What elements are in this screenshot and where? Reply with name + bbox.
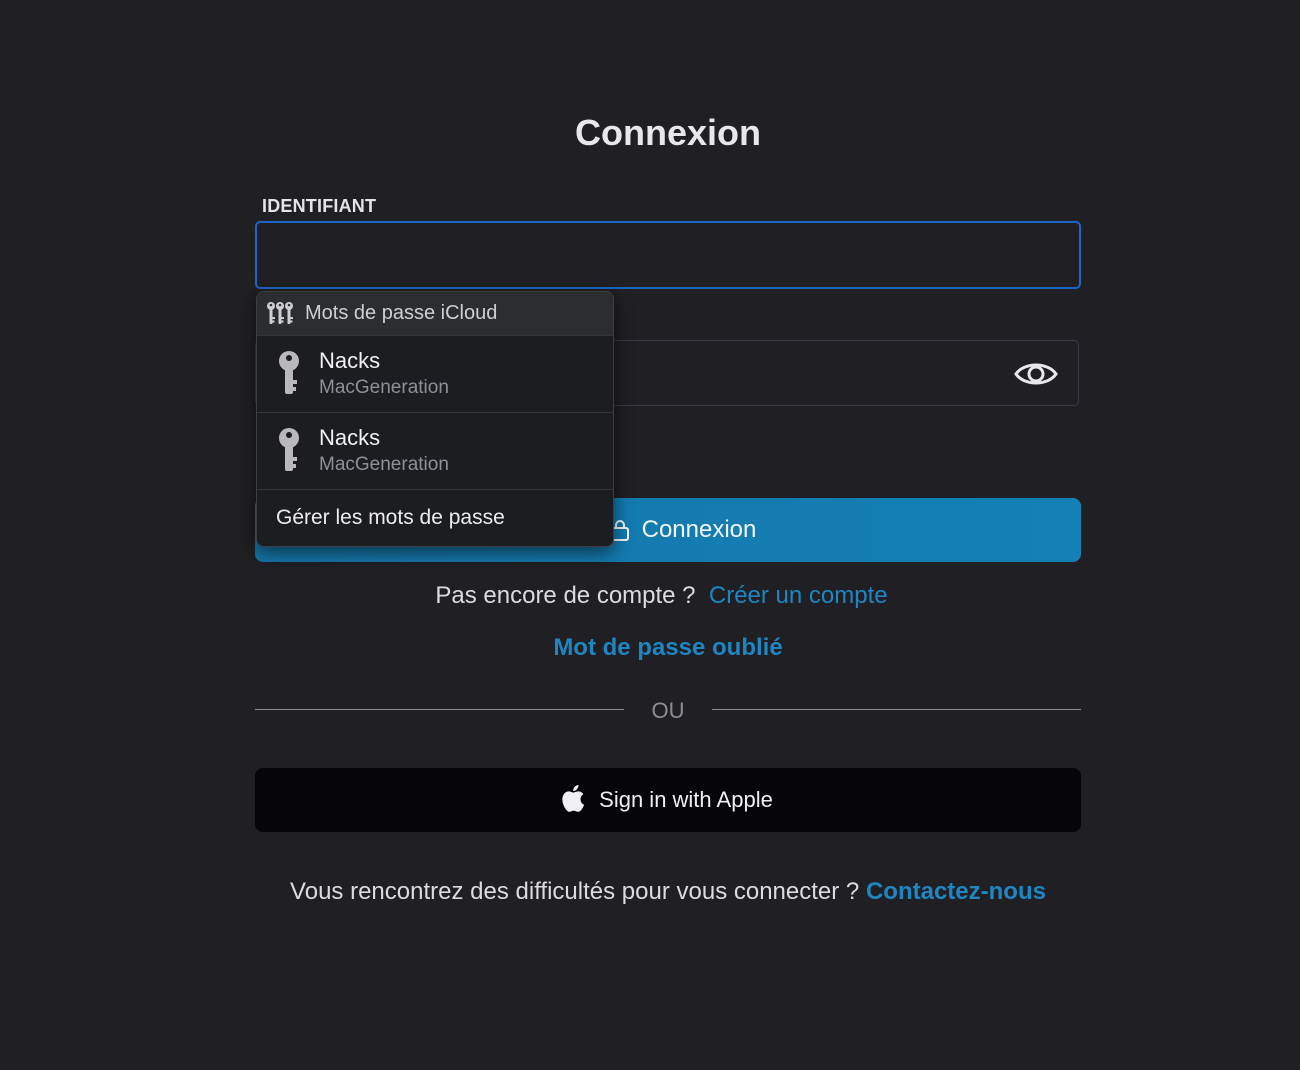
suggestion-site: MacGeneration — [319, 377, 449, 398]
icloud-password-popup: Mots de passe iCloud Nacks MacGeneration — [256, 291, 614, 547]
popup-header-label: Mots de passe iCloud — [305, 302, 498, 324]
divider-left — [255, 709, 624, 710]
username-input[interactable] — [255, 221, 1081, 289]
forgot-password-row: Mot de passe oublié — [0, 634, 1300, 662]
sign-in-with-apple-button[interactable]: Sign in with Apple — [255, 768, 1081, 832]
popup-header: Mots de passe iCloud — [257, 292, 613, 335]
suggestion-username: Nacks — [319, 425, 381, 450]
sign-in-with-apple-label: Sign in with Apple — [599, 787, 773, 812]
signup-line: Pas encore de compte ? Créer un compte — [0, 582, 1300, 610]
apple-logo-icon — [562, 784, 585, 812]
divider-text: OU — [651, 698, 685, 723]
contact-us-link[interactable]: Contactez-nous — [866, 878, 1046, 905]
page-title: Connexion — [575, 112, 761, 153]
suggestion-site: MacGeneration — [319, 454, 449, 475]
keys-icon — [267, 301, 293, 324]
login-page: Connexion IDENTIFIANT Connexion Pas enco… — [0, 0, 1300, 1070]
suggestion-texts: Nacks MacGeneration — [319, 424, 449, 478]
forgot-password-link[interactable]: Mot de passe oublié — [553, 634, 782, 661]
divider-right — [712, 709, 1081, 710]
manage-passwords-item[interactable]: Gérer les mots de passe — [257, 489, 613, 545]
password-suggestion-1[interactable]: Nacks MacGeneration — [257, 335, 613, 412]
login-button-label: Connexion — [641, 516, 757, 543]
create-account-link[interactable]: Créer un compte — [709, 582, 888, 609]
password-suggestion-2[interactable]: Nacks MacGeneration — [257, 412, 613, 489]
username-label: IDENTIFIANT — [262, 196, 377, 216]
suggestion-texts: Nacks MacGeneration — [319, 347, 449, 401]
key-icon — [279, 351, 299, 394]
help-question: Vous rencontrez des difficultés pour vou… — [290, 878, 860, 905]
eye-icon[interactable] — [1014, 357, 1058, 391]
signup-question: Pas encore de compte ? — [435, 582, 696, 609]
help-line: Vous rencontrez des difficultés pour vou… — [0, 878, 1300, 906]
key-icon — [279, 428, 299, 471]
suggestion-username: Nacks — [319, 348, 381, 373]
